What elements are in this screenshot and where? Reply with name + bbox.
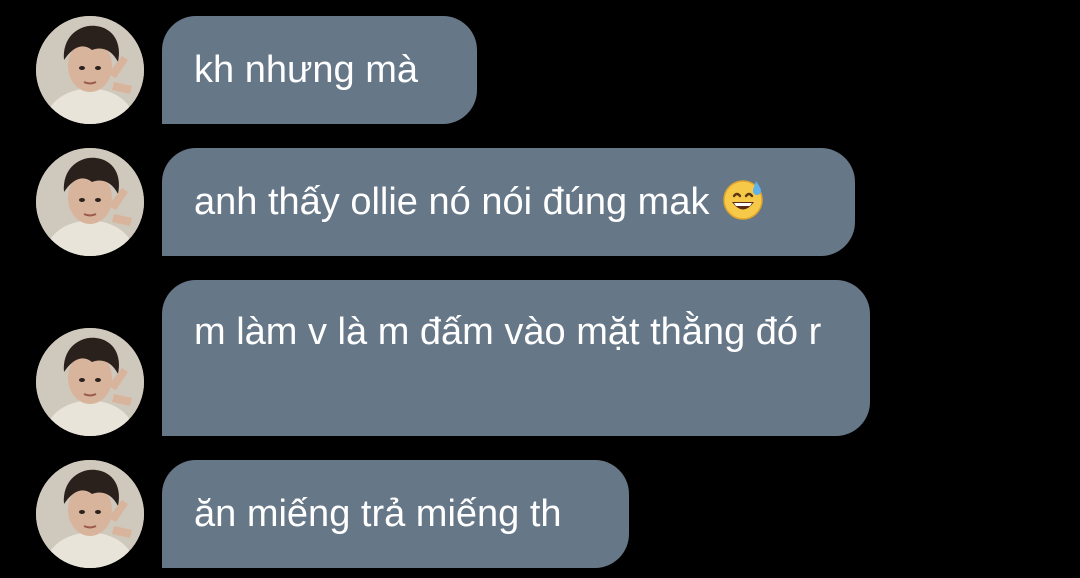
message-bubble[interactable]: kh nhưng mà <box>162 16 477 124</box>
avatar-photo-icon <box>36 16 144 124</box>
message-text: ăn miếng trả miếng th <box>194 493 562 535</box>
avatar-photo-icon <box>36 460 144 568</box>
avatar[interactable] <box>36 16 144 124</box>
avatar-photo-icon <box>36 148 144 256</box>
message-text: anh thấy ollie nó nói đúng mak <box>194 181 710 223</box>
message-bubble[interactable]: ăn miếng trả miếng th <box>162 460 629 568</box>
avatar[interactable] <box>36 460 144 568</box>
grinning-face-with-sweat-icon <box>721 177 765 221</box>
avatar-photo-icon <box>36 328 144 436</box>
avatar[interactable] <box>36 148 144 256</box>
avatar[interactable] <box>36 328 144 436</box>
chat-thread: kh nhưng mà anh thấy ollie nó nói đúng m… <box>0 0 1080 578</box>
message-text: m làm v là m đấm vào mặt thằng đó r <box>194 311 822 353</box>
message-bubble[interactable]: anh thấy ollie nó nói đúng mak <box>162 148 855 256</box>
message-bubble[interactable]: m làm v là m đấm vào mặt thằng đó r <box>162 280 870 436</box>
message-text: kh nhưng mà <box>194 49 419 91</box>
